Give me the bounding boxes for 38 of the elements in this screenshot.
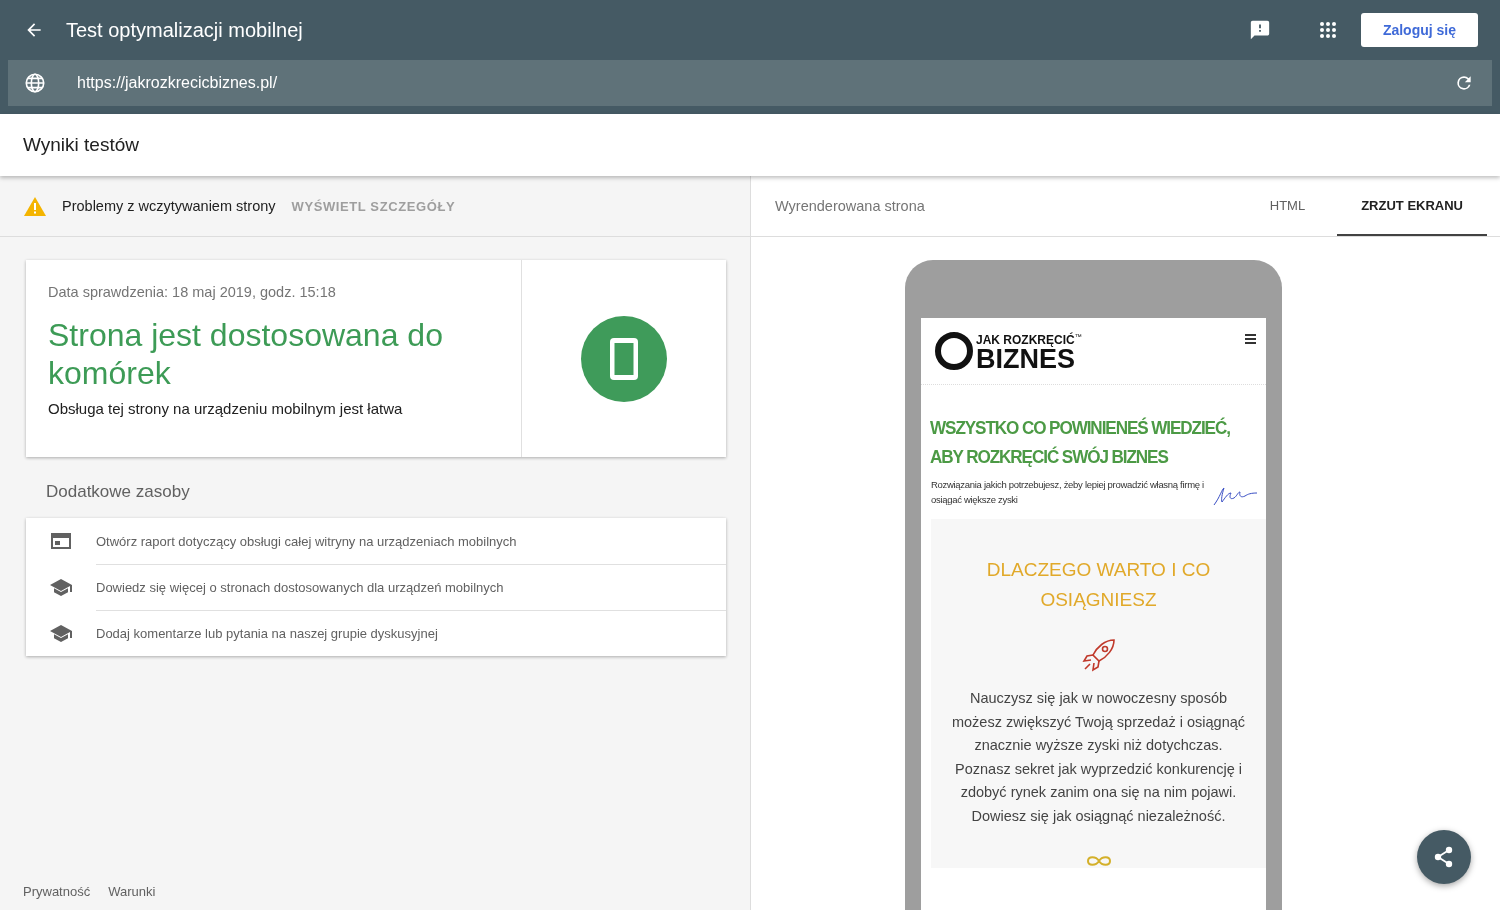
feedback-icon[interactable] (1248, 19, 1271, 41)
infinity-icon (1085, 854, 1112, 868)
graduation-cap-icon (50, 624, 72, 642)
result-description: Obsługa tej strony na urządzeniu mobilnym jest łatwa (48, 400, 404, 417)
results-heading: Wyniki testów (23, 134, 139, 156)
resource-link[interactable]: Dodaj komentarze lub pytania na naszej grupie dyskusyjnej (96, 609, 726, 657)
result-headline: Strona jest dostosowana do komórek (48, 316, 444, 392)
browser-window-icon (50, 533, 72, 549)
logo-top-text: JAK ROZKRĘCIĆ (976, 332, 1075, 347)
sign-in-button[interactable]: Zaloguj się (1360, 13, 1478, 47)
share-button[interactable] (1417, 830, 1471, 884)
resource-link[interactable]: Otwórz raport dotyczący obsługi całej witryny na urządzeniach mobilnych (96, 518, 726, 564)
mobile-phone-icon (581, 315, 667, 402)
site-tagline: Rozwiązania jakich potrzebujesz, żeby lepiej prowadzić własną firmę i osiągać większe zyski (931, 478, 1205, 507)
warning-icon (24, 196, 46, 216)
check-date: Data sprawdzenia: 18 maj 2019, godz. 15:18 (48, 284, 337, 300)
logo-icon (935, 332, 973, 370)
resource-link[interactable]: Dowiedz się więcej o stronach dostosowanych dla urządzeń mobilnych (96, 563, 726, 611)
graduation-cap-icon (50, 578, 72, 596)
tab[interactable]: HTML (1245, 176, 1330, 236)
site-headline: WSZYSTKO CO POWINIENEŚ WIEDZIEĆ, ABY ROZKRĘCIĆ SWÓJ BIZNES (929, 416, 1231, 469)
refresh-icon[interactable] (1454, 73, 1474, 93)
page-title: Test optymalizacji mobilnej (66, 18, 303, 42)
tab[interactable]: ZRZUT EKRANU (1337, 176, 1487, 236)
resources-heading: Dodatkowe zasoby (46, 482, 191, 502)
share-icon (1434, 846, 1454, 868)
url-field[interactable]: https://jakrozkrecicbiznes.pl/ (8, 60, 1492, 106)
section-text: Nauczysz się jak w nowoczesny sposób możesz zwiększyć Twoją sprzedaż i osiągnąć znacznie wyższe zyski niż dotychczas. Poznasz sekret jak wyprzedzić konkurencję i zdobyć rynek zanim ona się na nim pojawi. Dowiesz się jak osiągnąć niezależność. (950, 689, 1247, 826)
footer-link[interactable]: Prywatność (23, 884, 91, 899)
globe-icon (24, 72, 46, 94)
apps-grid-icon[interactable] (1318, 21, 1337, 39)
rocket-icon (1080, 637, 1117, 673)
issue-text: Problemy z wczytywaniem strony (62, 198, 276, 214)
section-heading: DLACZEGO WARTO I CO OSIĄGNIESZ (985, 558, 1212, 612)
rendered-page-label: Wyrenderowana strona (775, 198, 925, 214)
menu-icon[interactable] (1245, 334, 1256, 344)
footer-link[interactable]: Warunki (108, 884, 156, 899)
signature-drawing (1212, 485, 1260, 507)
